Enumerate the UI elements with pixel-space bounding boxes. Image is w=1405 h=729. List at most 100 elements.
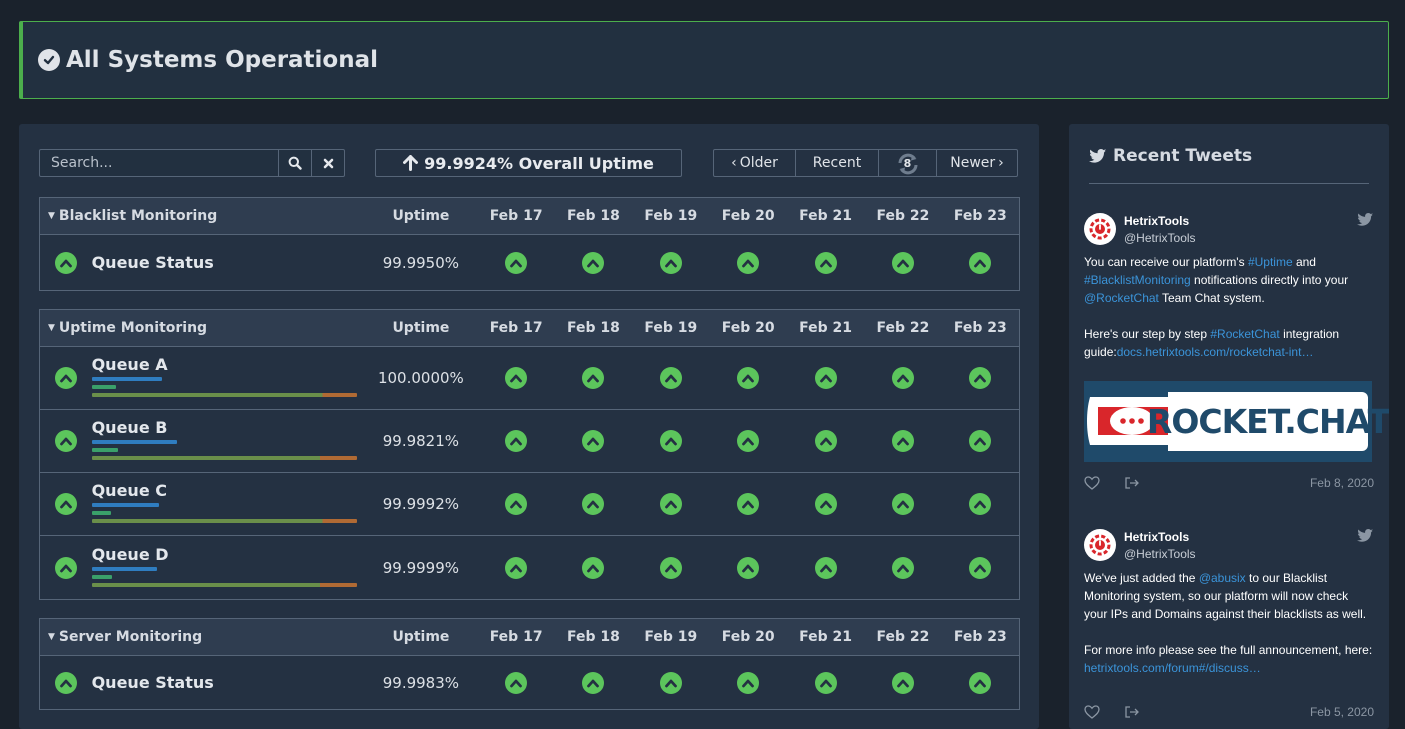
newer-button[interactable]: Newer › — [937, 150, 1017, 176]
day-status-up-icon[interactable] — [632, 430, 709, 452]
monitor-row[interactable]: Queue Status 99.9983% — [40, 656, 1019, 709]
day-status-up-icon[interactable] — [710, 367, 787, 389]
response-bars — [91, 503, 365, 523]
day-status-up-icon[interactable] — [477, 556, 554, 579]
search-input[interactable] — [40, 150, 278, 176]
hetrixtools-avatar[interactable] — [1084, 529, 1116, 561]
day-status-up-icon[interactable] — [555, 556, 632, 579]
group-toggle[interactable]: ▼ Uptime Monitoring — [40, 320, 364, 336]
group-toggle[interactable]: ▼ Blacklist Monitoring — [40, 208, 364, 224]
day-status-up-icon[interactable] — [787, 556, 864, 579]
day-status-up-icon[interactable] — [710, 556, 787, 579]
twitter-bird-icon[interactable] — [1357, 213, 1374, 227]
day-status-up-icon[interactable] — [864, 367, 941, 389]
hashtag-link[interactable]: #RocketChat — [1210, 327, 1279, 341]
day-status-up-icon[interactable] — [942, 367, 1019, 389]
monitor-name[interactable]: Queue B — [92, 418, 365, 437]
day-status-up-icon[interactable] — [864, 493, 941, 515]
tweet-author-handle[interactable]: @HetrixTools — [1124, 547, 1196, 561]
monitor-row[interactable]: Queue D 99.9999% — [40, 536, 1019, 599]
group-toggle[interactable]: ▼ Server Monitoring — [40, 629, 364, 645]
day-status-up-icon[interactable] — [477, 493, 554, 515]
response-bars — [91, 377, 365, 397]
day-status-up-icon[interactable] — [864, 430, 941, 452]
day-status-up-icon[interactable] — [632, 367, 709, 389]
col-date: Feb 22 — [876, 629, 930, 645]
status-up-icon — [40, 367, 92, 389]
tweet-text: You can receive our platform's #Uptime a… — [1084, 253, 1374, 361]
share-icon[interactable] — [1124, 705, 1140, 719]
older-button[interactable]: ‹ Older — [714, 150, 796, 176]
day-status-up-icon[interactable] — [710, 493, 787, 515]
share-icon[interactable] — [1124, 476, 1140, 490]
day-status-up-icon[interactable] — [864, 556, 941, 579]
day-status-up-icon[interactable] — [787, 493, 864, 515]
tweet-author-name[interactable]: HetrixTools — [1124, 214, 1196, 228]
monitor-name[interactable]: Queue C — [92, 481, 365, 500]
day-status-up-icon[interactable] — [632, 671, 709, 694]
day-status-up-icon[interactable] — [477, 367, 554, 389]
day-status-up-icon[interactable] — [632, 251, 709, 274]
day-status-up-icon[interactable] — [710, 251, 787, 274]
day-status-up-icon[interactable] — [942, 251, 1019, 274]
url-link[interactable]: docs.hetrixtools.com/rocketchat-int… — [1117, 345, 1314, 359]
twitter-bird-icon[interactable] — [1357, 529, 1374, 543]
recent-button[interactable]: Recent — [796, 150, 879, 176]
mention-link[interactable]: @abusix — [1199, 571, 1246, 585]
monitor-row[interactable]: Queue A 100.0000% — [40, 347, 1019, 410]
day-status-up-icon[interactable] — [787, 367, 864, 389]
monitor-row[interactable]: Queue C 99.9992% — [40, 473, 1019, 536]
mention-link[interactable]: @RocketChat — [1084, 291, 1159, 305]
monitor-row[interactable]: Queue Status 99.9950% — [40, 235, 1019, 290]
hashtag-link[interactable]: #Uptime — [1248, 255, 1293, 269]
group-title: Blacklist Monitoring — [58, 208, 218, 224]
hashtag-link[interactable]: #BlacklistMonitoring — [1084, 273, 1191, 287]
tweets-heading: Recent Tweets — [1089, 146, 1252, 166]
rocketchat-image[interactable]: ROCKET.CHAT — [1084, 381, 1389, 462]
monitor-name[interactable]: Queue Status — [92, 253, 214, 272]
day-status-up-icon[interactable] — [942, 493, 1019, 515]
search-button[interactable] — [278, 150, 311, 176]
tweet-author-handle[interactable]: @HetrixTools — [1124, 231, 1196, 245]
monitor-uptime: 99.9992% — [382, 495, 460, 513]
monitor-name[interactable]: Queue D — [92, 545, 365, 564]
day-status-up-icon[interactable] — [477, 671, 554, 694]
day-status-up-icon[interactable] — [864, 251, 941, 274]
day-status-up-icon[interactable] — [477, 251, 554, 274]
day-status-up-icon[interactable] — [787, 671, 864, 694]
day-status-up-icon[interactable] — [942, 671, 1019, 694]
day-status-up-icon[interactable] — [477, 430, 554, 452]
heart-icon[interactable] — [1084, 705, 1100, 719]
clear-search-button[interactable] — [311, 150, 344, 176]
day-status-up-icon[interactable] — [555, 251, 632, 274]
day-status-up-icon[interactable] — [555, 430, 632, 452]
tweet-text-part: Team Chat system. — [1158, 291, 1265, 305]
monitor-row[interactable]: Queue B 99.9821% — [40, 410, 1019, 473]
refresh-button[interactable]: 8 — [879, 150, 937, 176]
tweet-date[interactable]: Feb 5, 2020 — [1310, 705, 1374, 719]
col-date: Feb 17 — [489, 320, 543, 336]
day-status-up-icon[interactable] — [632, 556, 709, 579]
status-up-icon — [40, 493, 92, 515]
day-status-up-icon[interactable] — [555, 367, 632, 389]
day-status-up-icon[interactable] — [864, 671, 941, 694]
monitor-name[interactable]: Queue Status — [92, 673, 214, 692]
day-status-up-icon[interactable] — [555, 671, 632, 694]
day-status-up-icon[interactable] — [942, 430, 1019, 452]
day-status-up-icon[interactable] — [710, 430, 787, 452]
day-status-up-icon[interactable] — [710, 671, 787, 694]
monitor-name[interactable]: Queue A — [92, 355, 365, 374]
day-status-up-icon[interactable] — [787, 251, 864, 274]
group-server-monitoring: ▼ Server Monitoring Uptime Feb 17 Feb 18… — [39, 618, 1020, 710]
col-date: Feb 21 — [799, 320, 852, 336]
tweet-author-name[interactable]: HetrixTools — [1124, 530, 1196, 544]
day-status-up-icon[interactable] — [942, 556, 1019, 579]
col-date: Feb 23 — [953, 629, 1007, 645]
url-link[interactable]: hetrixtools.com/forum#/discuss… — [1084, 661, 1261, 675]
day-status-up-icon[interactable] — [555, 493, 632, 515]
heart-icon[interactable] — [1084, 476, 1100, 490]
hetrixtools-avatar[interactable] — [1084, 213, 1116, 245]
day-status-up-icon[interactable] — [787, 430, 864, 452]
tweet-date[interactable]: Feb 8, 2020 — [1310, 476, 1374, 490]
day-status-up-icon[interactable] — [632, 493, 709, 515]
